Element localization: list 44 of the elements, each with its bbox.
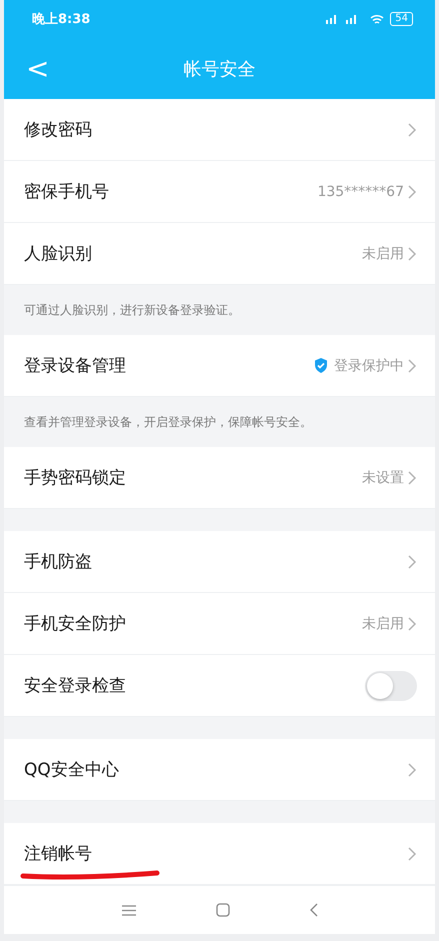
settings-row[interactable]: 密保手机号 135******67 <box>4 161 435 223</box>
row-label: 手机安全防护 <box>24 613 127 635</box>
toggle-switch[interactable] <box>365 670 417 700</box>
page-title: 帐号安全 <box>184 58 256 80</box>
row-label: 登录设备管理 <box>24 355 127 377</box>
chevron-icon <box>408 470 417 484</box>
menu-icon[interactable] <box>122 904 136 916</box>
settings-row[interactable]: 手势密码锁定 未设置 <box>4 447 435 509</box>
settings-row[interactable]: QQ安全中心 <box>4 739 435 801</box>
status-time: 晚上8:38 <box>32 11 90 28</box>
settings-row[interactable]: 安全登录检查 <box>4 655 435 717</box>
battery-level: 54 <box>390 12 413 26</box>
chevron-icon <box>408 554 417 568</box>
section-note: 可通过人脸识别，进行新设备登录验证。 <box>24 302 240 318</box>
chevron-icon <box>408 358 417 372</box>
settings-row[interactable]: 注销帐号 <box>4 823 435 885</box>
row-label: 修改密码 <box>24 119 93 141</box>
row-value: 135******67 <box>317 184 404 200</box>
chevron-icon <box>408 846 417 860</box>
back-chevron-icon[interactable] <box>310 903 318 917</box>
settings-row[interactable]: 手机安全防护 未启用 <box>4 593 435 655</box>
row-label: 注销帐号 <box>24 843 93 865</box>
row-value: 登录保护中 <box>334 356 404 374</box>
chevron-icon <box>408 122 417 136</box>
chevron-icon <box>408 184 417 198</box>
wifi-icon <box>370 14 384 24</box>
row-value: 未启用 <box>362 244 404 262</box>
settings-row[interactable]: 手机防盗 <box>4 531 435 593</box>
chevron-icon <box>408 762 417 776</box>
home-square-icon[interactable] <box>216 903 230 917</box>
row-value: 未启用 <box>362 614 404 632</box>
chevron-icon <box>408 616 417 630</box>
row-label: 人脸识别 <box>24 243 93 265</box>
row-label: 手势密码锁定 <box>24 467 127 489</box>
row-label: 安全登录检查 <box>24 675 127 697</box>
chevron-icon <box>408 246 417 260</box>
row-value: 未设置 <box>362 468 404 486</box>
section-note: 查看并管理登录设备，开启登录保护，保障帐号安全。 <box>24 414 312 430</box>
row-label: 手机防盗 <box>24 551 93 573</box>
settings-row[interactable]: 人脸识别 未启用 <box>4 223 435 285</box>
settings-row[interactable]: 登录设备管理 登录保护中 <box>4 335 435 397</box>
settings-row[interactable]: 修改密码 <box>4 99 435 161</box>
row-label: QQ安全中心 <box>24 759 120 781</box>
row-label: 密保手机号 <box>24 181 110 203</box>
